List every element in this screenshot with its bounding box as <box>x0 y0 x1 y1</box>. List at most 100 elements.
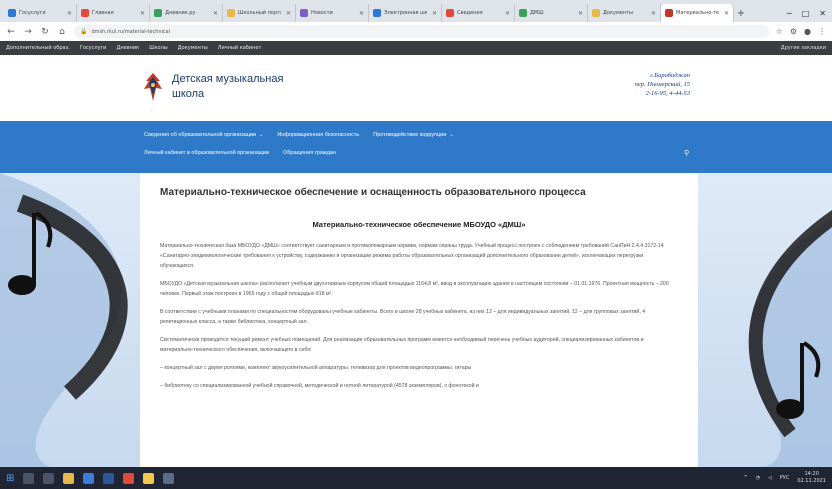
bookmark-item[interactable]: Документы <box>178 45 208 51</box>
task-view-icon[interactable] <box>43 472 55 484</box>
chrome-icon[interactable] <box>123 472 135 484</box>
browser-tab[interactable]: Новости ✕ <box>296 4 369 22</box>
section-subtitle: Материально-техническое обеспечение МБОУ… <box>312 220 526 229</box>
content-paragraph: МБОУДО «Детская музыкальная школа» распо… <box>160 281 669 297</box>
tab-favicon-icon <box>227 9 235 17</box>
bookmark-item[interactable]: Школы <box>149 45 168 51</box>
forward-icon[interactable]: → <box>23 27 33 37</box>
nav-item[interactable]: Обращения граждан <box>283 150 336 156</box>
tab-close-icon[interactable]: ✕ <box>432 10 437 17</box>
clock-time: 14:20 <box>804 471 819 477</box>
tab-close-icon[interactable]: ✕ <box>724 10 729 17</box>
mail-icon[interactable] <box>83 472 95 484</box>
browser-tab[interactable]: Сведения ✕ <box>442 4 515 22</box>
page-title: Материально-техническое обеспечение и ос… <box>160 187 586 198</box>
os-taskbar: ⊞ ^ ◔ ◁ РУС 14:20 02.11.2021 <box>0 467 832 489</box>
menu-icon[interactable]: ⋮ <box>818 27 826 36</box>
network-icon[interactable]: ◔ <box>756 475 760 481</box>
contact-address: пер. Пионерский, 15 <box>634 81 690 88</box>
search-taskbar-icon[interactable] <box>23 472 35 484</box>
content-paragraph: Систематически проводится текущий ремонт… <box>160 337 644 353</box>
tab-favicon-icon <box>665 9 673 17</box>
nav-item-label: Противодействие коррупции <box>373 132 447 138</box>
school-logo-icon[interactable] <box>140 71 166 103</box>
reload-icon[interactable]: ↻ <box>40 27 50 37</box>
contact-city: г.Биробиджан <box>650 72 690 79</box>
windows-start-icon[interactable]: ⊞ <box>6 473 14 484</box>
school-name-line2: школа <box>172 88 205 100</box>
browser-tab[interactable]: Школьный портал ✕ <box>223 4 296 22</box>
new-tab-button[interactable]: + <box>734 4 748 22</box>
web-page: Детская музыкальная школа г.Биробиджан п… <box>0 55 832 467</box>
maximize-icon[interactable]: □ <box>802 9 810 18</box>
nav-item[interactable]: Противодействие коррупции ⌄ <box>373 132 453 138</box>
tab-label: Дневник.ру <box>165 10 196 16</box>
search-icon[interactable]: ⚲ <box>684 149 689 157</box>
bookmark-item[interactable]: Дополнительный образ. <box>6 45 70 51</box>
tab-close-icon[interactable]: ✕ <box>67 10 72 17</box>
school-name-line1: Детская музыкальная <box>172 73 284 85</box>
tab-label: Документы <box>603 10 633 16</box>
bookmark-item[interactable]: Дневник <box>116 45 139 51</box>
nav-item[interactable]: Личный кабинет в образовательной организ… <box>144 150 269 156</box>
minimize-icon[interactable]: ─ <box>787 9 792 18</box>
tab-strip: Госуслуги ✕ Главная ✕ Дневник.ру ✕ Школьный по… <box>4 4 734 22</box>
tab-label: Госуслуги <box>19 10 46 16</box>
address-toolbar: ← → ↻ ⌂ 🔒 dmsh.rkul.ru/material-technica… <box>0 22 832 41</box>
clock[interactable]: 14:20 02.11.2021 <box>797 471 826 485</box>
store-icon[interactable] <box>163 472 175 484</box>
nav-item[interactable]: Информационная безопасность <box>277 132 359 138</box>
tab-favicon-icon <box>373 9 381 17</box>
bookmark-item[interactable]: Личный кабинет <box>218 45 262 51</box>
yandex-icon[interactable] <box>143 472 155 484</box>
profile-icon[interactable]: ● <box>804 27 811 36</box>
tab-favicon-icon <box>519 9 527 17</box>
extensions-icon[interactable]: ⚙ <box>790 27 797 36</box>
nav-item-label: Информационная безопасность <box>277 132 360 138</box>
chevron-down-icon: ⌄ <box>449 132 454 138</box>
word-icon[interactable] <box>103 472 115 484</box>
tab-close-icon[interactable]: ✕ <box>359 10 364 17</box>
explorer-icon[interactable] <box>63 472 75 484</box>
home-icon[interactable]: ⌂ <box>57 27 67 37</box>
content-paragraph: Материально-техническая база МБОУДО «ДМШ… <box>160 243 664 269</box>
tab-close-icon[interactable]: ✕ <box>140 10 145 17</box>
star-icon[interactable]: ☆ <box>776 27 783 36</box>
tab-close-icon[interactable]: ✕ <box>286 10 291 17</box>
other-bookmarks[interactable]: Другие закладки <box>781 45 826 51</box>
tab-favicon-icon <box>300 9 308 17</box>
tab-close-icon[interactable]: ✕ <box>213 10 218 17</box>
tab-favicon-icon <box>8 9 16 17</box>
browser-tab[interactable]: ДМШ ✕ <box>515 4 588 22</box>
browser-tab[interactable]: Материально-тех. ✕ <box>661 4 734 22</box>
system-tray: ^ ◔ ◁ РУС 14:20 02.11.2021 <box>743 471 826 485</box>
nav-item[interactable]: Сведения об образовательной организации ⌄ <box>144 132 263 138</box>
nav-row-2: Личный кабинет в образовательной организ… <box>144 150 336 156</box>
school-name[interactable]: Детская музыкальная школа <box>172 72 332 102</box>
tab-favicon-icon <box>81 9 89 17</box>
tab-favicon-icon <box>446 9 454 17</box>
tray-arrow-icon[interactable]: ^ <box>743 475 747 481</box>
tab-close-icon[interactable]: ✕ <box>505 10 510 17</box>
bookmark-item[interactable]: Госуслуги <box>80 45 107 51</box>
browser-tab[interactable]: Госуслуги ✕ <box>4 4 77 22</box>
browser-tab[interactable]: Электронная школа ✕ <box>369 4 442 22</box>
browser-tab[interactable]: Дневник.ру ✕ <box>150 4 223 22</box>
tab-close-icon[interactable]: ✕ <box>651 10 656 17</box>
tab-favicon-icon <box>154 9 162 17</box>
back-icon[interactable]: ← <box>6 27 16 37</box>
content-paragraph: – библиотеку со специализированной учебн… <box>160 383 479 389</box>
clock-date: 02.11.2021 <box>797 478 826 484</box>
browser-tab[interactable]: Документы ✕ <box>588 4 661 22</box>
volume-icon[interactable]: ◁ <box>768 475 772 481</box>
url-field[interactable]: 🔒 dmsh.rkul.ru/material-technical <box>74 25 769 38</box>
lock-icon: 🔒 <box>80 28 88 35</box>
tray-lang[interactable]: РУС <box>780 475 790 481</box>
tab-label: Сведения <box>457 10 483 16</box>
browser-tab[interactable]: Главная ✕ <box>77 4 150 22</box>
nav-item-label: Обращения граждан <box>283 150 336 156</box>
close-icon[interactable]: ✕ <box>819 9 826 18</box>
nav-row-1: Сведения об образовательной организации ⌄… <box>144 132 454 138</box>
content-paragraphs: Материально-техническая база МБОУДО «ДМШ… <box>160 241 678 391</box>
tab-close-icon[interactable]: ✕ <box>578 10 583 17</box>
